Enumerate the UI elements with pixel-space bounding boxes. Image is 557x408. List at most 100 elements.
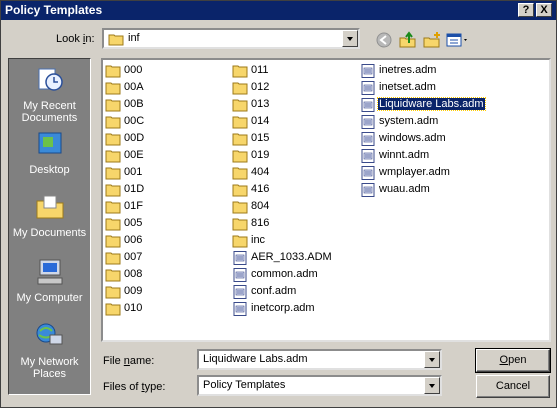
- folder-icon: [105, 252, 121, 265]
- item-name: 010: [124, 302, 143, 314]
- file-name-input[interactable]: Liquidware Labs.adm: [197, 349, 442, 370]
- item-name: Liquidware Labs.adm: [377, 97, 486, 111]
- open-dialog: Policy Templates ? X Look in: inf My Rec…: [0, 0, 557, 408]
- item-name: 014: [251, 115, 270, 127]
- adm-file-icon: [233, 302, 247, 316]
- folder-icon: [105, 99, 121, 112]
- item-name: 019: [251, 149, 270, 161]
- cancel-button[interactable]: Cancel: [476, 375, 550, 398]
- files-of-type-label: Files of type:: [103, 381, 166, 393]
- place-my-documents[interactable]: My Documents: [9, 192, 90, 239]
- place-label: My Computer: [16, 292, 83, 304]
- adm-file-icon: [361, 115, 375, 129]
- item-name: 01D: [124, 183, 145, 195]
- close-button[interactable]: X: [536, 3, 552, 17]
- place-label: My Network Places: [20, 356, 79, 380]
- folder-icon: [105, 269, 121, 282]
- folder-icon: [232, 99, 248, 112]
- item-name: 015: [251, 132, 270, 144]
- folder-icon: [105, 82, 121, 95]
- look-in-value: inf: [128, 32, 140, 44]
- item-name: inetset.adm: [379, 81, 436, 93]
- folder-icon: [232, 133, 248, 146]
- item-name: system.adm: [379, 115, 439, 127]
- adm-file-icon: [361, 81, 375, 95]
- folder-icon: [232, 150, 248, 163]
- place-my-computer[interactable]: My Computer: [9, 257, 90, 304]
- back-icon[interactable]: [375, 31, 395, 49]
- files-of-type-select[interactable]: Policy Templates: [197, 375, 442, 396]
- item-name: 000: [124, 64, 143, 76]
- title-bar: Policy Templates ? X: [1, 1, 556, 20]
- dialog-title: Policy Templates: [5, 3, 103, 17]
- item-name: 804: [251, 200, 270, 212]
- network-places-icon: [36, 323, 62, 345]
- item-name: windows.adm: [379, 132, 446, 144]
- item-name: 00D: [124, 132, 145, 144]
- item-name: 001: [124, 166, 143, 178]
- folder-icon: [105, 235, 121, 248]
- folder-icon: [108, 34, 124, 46]
- item-name: 011: [251, 64, 269, 76]
- recent-documents-icon: [38, 68, 63, 91]
- item-name: 00A: [124, 81, 144, 93]
- adm-file-icon: [361, 64, 375, 78]
- item-name: 416: [251, 183, 270, 195]
- file-name-value: Liquidware Labs.adm: [203, 353, 308, 365]
- place-recent-documents[interactable]: My Recent Documents: [9, 65, 90, 124]
- folder-icon: [105, 286, 121, 299]
- item-name: 404: [251, 166, 270, 178]
- places-bar: My Recent Documents Desktop My Documents…: [8, 58, 91, 395]
- help-button[interactable]: ?: [518, 3, 534, 17]
- item-name: common.adm: [251, 268, 318, 280]
- adm-file-icon: [361, 149, 375, 163]
- look-in-label: Look in:: [56, 33, 95, 45]
- file-name-label: File name:: [103, 355, 155, 367]
- place-network-places[interactable]: My Network Places: [9, 321, 90, 380]
- folder-icon: [105, 133, 121, 146]
- folder-icon: [232, 167, 248, 180]
- item-name: 006: [124, 234, 143, 246]
- place-label: My Documents: [12, 227, 87, 239]
- item-name: inetcorp.adm: [251, 302, 315, 314]
- adm-file-icon: [361, 132, 375, 146]
- new-folder-icon[interactable]: [422, 31, 442, 49]
- file-name-dropdown-button[interactable]: [424, 351, 440, 368]
- adm-file-icon: [233, 268, 247, 282]
- folder-icon: [232, 82, 248, 95]
- adm-file-icon: [361, 166, 375, 180]
- folder-icon: [232, 184, 248, 197]
- folder-icon: [105, 201, 121, 214]
- open-button[interactable]: Open: [475, 348, 551, 373]
- item-name: inetres.adm: [379, 64, 437, 76]
- folder-icon: [105, 65, 121, 78]
- my-computer-icon: [37, 259, 62, 285]
- item-name: winnt.adm: [379, 149, 430, 161]
- desktop-icon: [38, 132, 61, 154]
- item-name: 008: [124, 268, 143, 280]
- item-name: 00E: [124, 149, 144, 161]
- item-name: 816: [251, 217, 270, 229]
- place-desktop[interactable]: Desktop: [9, 129, 90, 176]
- adm-file-icon: [233, 285, 247, 299]
- folder-icon: [105, 218, 121, 231]
- folder-icon: [105, 150, 121, 163]
- item-name: AER_1033.ADM: [251, 251, 332, 263]
- item-name: 005: [124, 217, 143, 229]
- file-list[interactable]: 000 00A 00B 00C 00D 00E 001 01D 01F 005 006 007 008 0…: [101, 58, 551, 342]
- item-name: 00B: [124, 98, 144, 110]
- up-one-level-icon[interactable]: [398, 31, 418, 49]
- look-in-dropdown-button[interactable]: [342, 30, 358, 47]
- item-name: wmplayer.adm: [379, 166, 450, 178]
- views-menu-icon[interactable]: [445, 31, 471, 49]
- item-name: conf.adm: [251, 285, 297, 297]
- adm-file-icon: [233, 251, 247, 265]
- look-in-combo[interactable]: inf: [102, 28, 360, 49]
- folder-icon: [105, 303, 121, 316]
- files-of-type-dropdown-button[interactable]: [424, 377, 440, 394]
- item-name: 012: [251, 81, 270, 93]
- place-label: My Recent Documents: [21, 100, 78, 124]
- folder-icon: [232, 201, 248, 214]
- folder-icon: [105, 167, 121, 180]
- item-name: 00C: [124, 115, 145, 127]
